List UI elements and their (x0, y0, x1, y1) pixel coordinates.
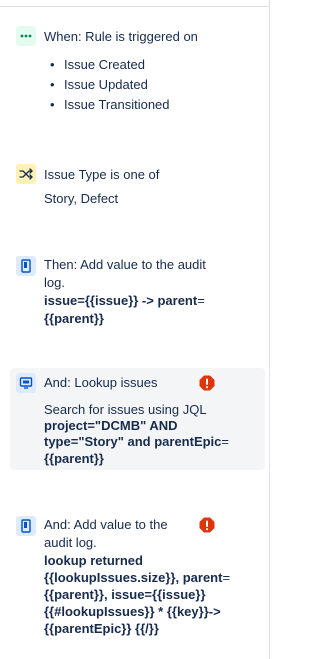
audit-log-step[interactable]: Then: Add value to the audit log. issue=… (10, 252, 265, 332)
audit-log-key: parent (157, 293, 198, 308)
trigger-item-label: Issue Updated (64, 77, 148, 92)
audit-log-title-line: And: Add value to the (44, 517, 168, 532)
audit-log-title-line: log. (44, 275, 65, 290)
audit-log-message-line: {{parent}} (44, 311, 104, 326)
lookup-description: Search for issues using JQL (44, 402, 207, 417)
trigger-step[interactable]: When: Rule is triggered on • Issue Create… (10, 24, 265, 124)
warning-icon[interactable] (199, 375, 215, 391)
audit-log-equals: = (222, 570, 231, 585)
shuffle-icon (16, 164, 36, 184)
audit-log-icon (16, 516, 36, 536)
warning-icon[interactable] (199, 517, 215, 533)
audit-log-message-line: lookup returned (44, 553, 143, 568)
audit-log-message-line: issue={{issue}} -> parent= (44, 292, 205, 309)
lookup-jql-line: type="Story" and parentEpic= (44, 433, 229, 450)
audit-log-message-line: {{parent}}, issue={{issue}} (44, 587, 206, 602)
lookup-icon (16, 373, 36, 393)
audit-log-title-line: audit log. (44, 535, 97, 550)
trigger-item-label: Issue Created (64, 57, 145, 72)
condition-value: Story, Defect (44, 191, 119, 206)
condition-step[interactable]: Issue Type is one of Story, Defect (10, 162, 265, 212)
condition-title: Issue Type is one of (44, 167, 160, 182)
trigger-item-label: Issue Transitioned (64, 97, 170, 112)
lookup-title: And: Lookup issues (44, 375, 158, 390)
audit-log-key: issue (44, 293, 78, 308)
audit-log-equals: = (197, 293, 205, 308)
lookup-jql-line: project="DCMB" AND (44, 418, 178, 433)
trigger-item: • Issue Updated (50, 77, 148, 92)
audit-log-lookup-step[interactable]: And: Add value to the audit log. lookup … (10, 512, 265, 640)
trigger-title: When: Rule is triggered on (44, 29, 198, 44)
trigger-item: • Issue Created (50, 57, 145, 72)
audit-log-message-line: {{lookupIssues.size}}, parent= (44, 569, 230, 586)
trigger-icon (16, 26, 36, 46)
trigger-item: • Issue Transitioned (50, 97, 170, 112)
audit-log-value: ={{issue}} -> (77, 293, 158, 308)
audit-log-message-line: {{parentEpic}} {{/}} (44, 621, 159, 636)
audit-log-icon (16, 256, 36, 276)
lookup-jql-text: type="Story" and parentEpic (44, 434, 222, 449)
lookup-issues-step[interactable]: And: Lookup issues Search for issues usi… (10, 368, 265, 470)
panel-top-divider (0, 6, 270, 7)
lookup-jql-equals: = (221, 434, 229, 449)
lookup-jql-line: {{parent}} (44, 451, 104, 466)
rule-editor-panel: When: Rule is triggered on • Issue Create… (0, 0, 270, 659)
audit-log-text: {{lookupIssues.size}}, parent (44, 570, 223, 585)
audit-log-message-line: {{#lookupIssues}} * {{key}}-> (44, 604, 221, 619)
audit-log-title-line: Then: Add value to the audit (44, 257, 206, 272)
